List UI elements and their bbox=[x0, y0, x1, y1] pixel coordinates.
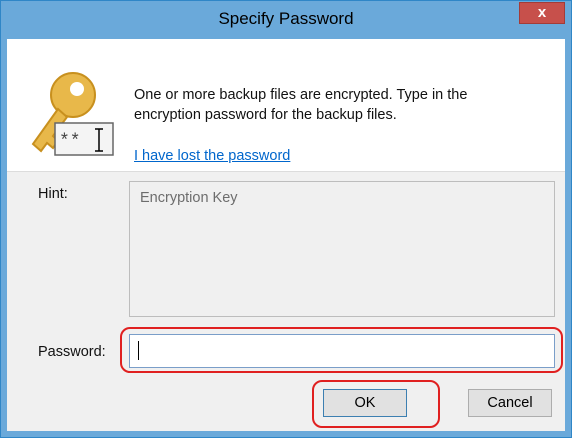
title-bar[interactable]: Specify Password x bbox=[1, 1, 571, 39]
dialog-title: Specify Password bbox=[218, 9, 354, 28]
text-caret bbox=[138, 341, 139, 360]
lost-password-link[interactable]: I have lost the password bbox=[134, 148, 290, 164]
close-button[interactable]: x bbox=[519, 2, 565, 24]
hint-label: Hint: bbox=[38, 186, 68, 202]
specify-password-dialog: Specify Password x ** One or more backup… bbox=[0, 0, 572, 438]
password-input[interactable] bbox=[129, 334, 555, 368]
close-icon: x bbox=[537, 4, 547, 21]
ok-button[interactable]: OK bbox=[323, 389, 407, 417]
encryption-message: One or more backup files are encrypted. … bbox=[134, 87, 468, 123]
hint-field: Encryption Key bbox=[129, 181, 555, 317]
password-label: Password: bbox=[38, 344, 106, 360]
key-icon: ** bbox=[31, 72, 114, 156]
form-area: Hint: Encryption Key Password: OK Cancel bbox=[7, 171, 565, 431]
message-area: ** One or more backup files are encrypte… bbox=[7, 39, 565, 171]
badge-text: ** bbox=[59, 132, 81, 152]
cancel-button[interactable]: Cancel bbox=[468, 389, 552, 417]
